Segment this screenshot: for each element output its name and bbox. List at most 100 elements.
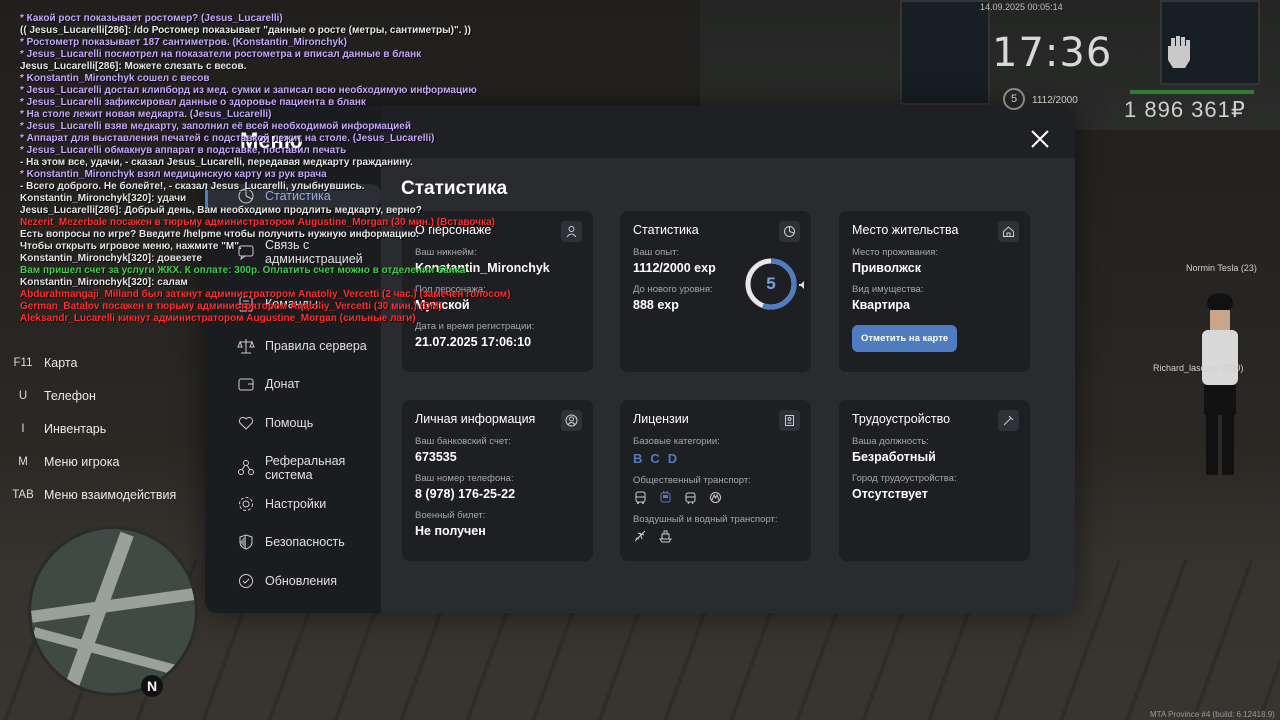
airplane-icon	[634, 530, 646, 542]
chat-line: German_Batalov посажен в тюрьму админист…	[20, 301, 442, 312]
sidebar-item-label: Реферальная система	[265, 454, 346, 482]
close-icon[interactable]	[1029, 128, 1051, 150]
heart-icon	[238, 416, 254, 430]
chat-line: Konstantin_Mironchyk[320]: довезете	[20, 253, 203, 264]
air-water-icons	[633, 529, 798, 544]
military-value: Не получен	[415, 524, 486, 538]
license-category: B	[633, 451, 643, 466]
hud-exp: 1112/2000	[1032, 95, 1078, 106]
chat-line: * На столе лежит новая медкарта. (Jesus_…	[20, 109, 272, 120]
chat-line: * Аппарат для выставления печатей с подс…	[20, 133, 435, 144]
chat-line: (( Jesus_Lucarelli[286]: /do Ростомер по…	[20, 25, 471, 36]
keybind-4[interactable]: M Меню игрока	[10, 445, 176, 478]
network-icon	[238, 460, 254, 475]
hud-datetime: 14.09.2025 00:05:14	[980, 2, 1063, 12]
tools-icon	[998, 410, 1019, 431]
sidebar-item-label: Обновления	[265, 574, 337, 588]
position-label: Ваша должность:	[852, 436, 929, 447]
card-title: Место жительства	[852, 223, 959, 237]
sidebar-item-network[interactable]: Реферальная система	[205, 448, 381, 488]
keybind-key: U	[18, 389, 28, 402]
sidebar-item-label: Правила сервера	[265, 339, 367, 353]
chat-line: Konstantin_Mironchyk[320]: удачи	[20, 193, 187, 204]
phone-label: Ваш номер телефона:	[415, 473, 514, 484]
keybind-3[interactable]: I Инвентарь	[10, 412, 176, 445]
speaker-icon	[799, 281, 804, 289]
base-categories-label: Базовые категории:	[633, 436, 720, 447]
pie-chart-icon	[779, 221, 800, 242]
level-value: 5	[766, 274, 776, 293]
job-city-label: Город трудоустройства:	[852, 473, 957, 484]
chat-line: * Konstantin_Mironchyk сошел с весов	[20, 73, 210, 84]
sidebar-item-shield[interactable]: Безопасность	[205, 530, 381, 554]
sidebar-item-gear[interactable]: Настройки	[205, 492, 381, 516]
boat-icon	[659, 530, 672, 543]
hud-health-bar	[1130, 90, 1254, 94]
card-title: Статистика	[633, 223, 699, 237]
keybind-label: Инвентарь	[44, 421, 107, 436]
property-type-value: Квартира	[852, 298, 910, 312]
chat-line: * Какой рост показывает ростомер? (Jesus…	[20, 13, 283, 24]
bus-icon	[635, 491, 646, 504]
keybind-key: I	[21, 422, 25, 435]
keybind-key: M	[18, 455, 28, 468]
shield-icon	[239, 534, 253, 550]
license-icon	[779, 410, 800, 431]
chat-line: Вам пришел счет за услуги ЖКХ. К оплате:…	[20, 265, 466, 276]
mark-on-map-button[interactable]: Отметить на карте	[852, 325, 958, 352]
chat-line: Aleksandr_Lucarelli кикнут администратор…	[20, 313, 416, 324]
npc-nametag: Normin Tesla (23)	[1186, 263, 1257, 273]
public-transport-icons	[633, 490, 798, 505]
card-licenses: Лицензии Базовые категории: B C D Общест…	[620, 400, 811, 561]
keybind-2[interactable]: U Телефон	[10, 379, 176, 412]
minimap-road	[32, 627, 195, 681]
license-categories: B C D	[633, 451, 798, 466]
license-category: C	[650, 451, 660, 466]
metro-icon	[710, 492, 721, 503]
chat-line: Nezerit_Mezerbale посажен в тюрьму админ…	[20, 217, 495, 228]
sidebar-item-scales[interactable]: Правила сервера	[205, 334, 381, 358]
server-build-footer: MTA Province #4 (build: 6.12418.9)	[1150, 710, 1275, 719]
player-character	[1202, 293, 1238, 475]
keybind-label: Телефон	[44, 388, 96, 403]
sidebar-item-update[interactable]: Обновления	[205, 569, 381, 593]
chat-line: Есть вопросы по игре? Введите /helpme чт…	[20, 229, 419, 240]
keybind-hints: F11 Карта U Телефон I Инвентарь M Меню игрока TA…	[10, 346, 176, 511]
chat-line: * Jesus_Lucarelli посмотрел на показател…	[20, 49, 422, 60]
public-transport-label: Общественный транспорт:	[633, 475, 751, 486]
sidebar-item-heart[interactable]: Помощь	[205, 411, 381, 435]
keybind-label: Меню взаимодействия	[44, 487, 177, 502]
gear-icon	[239, 497, 253, 511]
military-label: Военный билет:	[415, 510, 486, 521]
chat-log: * Какой рост показывает ростомер? (Jesus…	[20, 13, 580, 325]
bank-label: Ваш банковский счет:	[415, 436, 511, 447]
job-city-value: Отсутствует	[852, 487, 928, 501]
registration-value: 21.07.2025 17:06:10	[415, 335, 532, 349]
keybind-1[interactable]: F11 Карта	[10, 346, 176, 379]
chat-line: - На этом все, удачи, - сказал Jesus_Luc…	[20, 157, 413, 168]
chat-line: Jesus_Lucarelli[286]: Добрый день, Вам н…	[20, 205, 422, 216]
license-category: D	[667, 451, 678, 466]
chat-line: * Ростометр показывает 187 сантиметров. …	[20, 37, 347, 48]
minimap	[28, 526, 198, 696]
minimap-road	[31, 587, 195, 623]
chat-line: * Konstantin_Mironchyk взял медицинскую …	[20, 169, 327, 180]
card-title: Трудоустройство	[852, 412, 951, 426]
keybind-5[interactable]: TAB Меню взаимодействия	[10, 478, 176, 511]
residence-value: Приволжск	[852, 261, 921, 275]
keybind-key: TAB	[12, 488, 34, 501]
card-personal-info: Личная информация Ваш банковский счет: 6…	[402, 400, 593, 561]
trolleybus-icon	[660, 490, 671, 503]
hud-level-badge: 5	[1003, 88, 1025, 110]
hud-money: 1 896 361₽	[1124, 97, 1246, 122]
hud-clock: 17:36	[992, 30, 1113, 76]
sidebar-item-wallet[interactable]: Донат	[205, 372, 381, 396]
card-title: Лицензии	[633, 412, 689, 426]
keybind-label: Меню игрока	[44, 454, 120, 469]
card-employment: Трудоустройство Ваша должность: Безработ…	[839, 400, 1030, 561]
bank-value: 673535	[415, 450, 457, 464]
npc-nametag: Richard_lascano (299)	[1153, 363, 1244, 373]
card-title: Личная информация	[415, 412, 536, 426]
home-icon	[998, 221, 1019, 242]
chat-line: Чтобы открыть игровое меню, нажмите "M".	[20, 241, 242, 252]
